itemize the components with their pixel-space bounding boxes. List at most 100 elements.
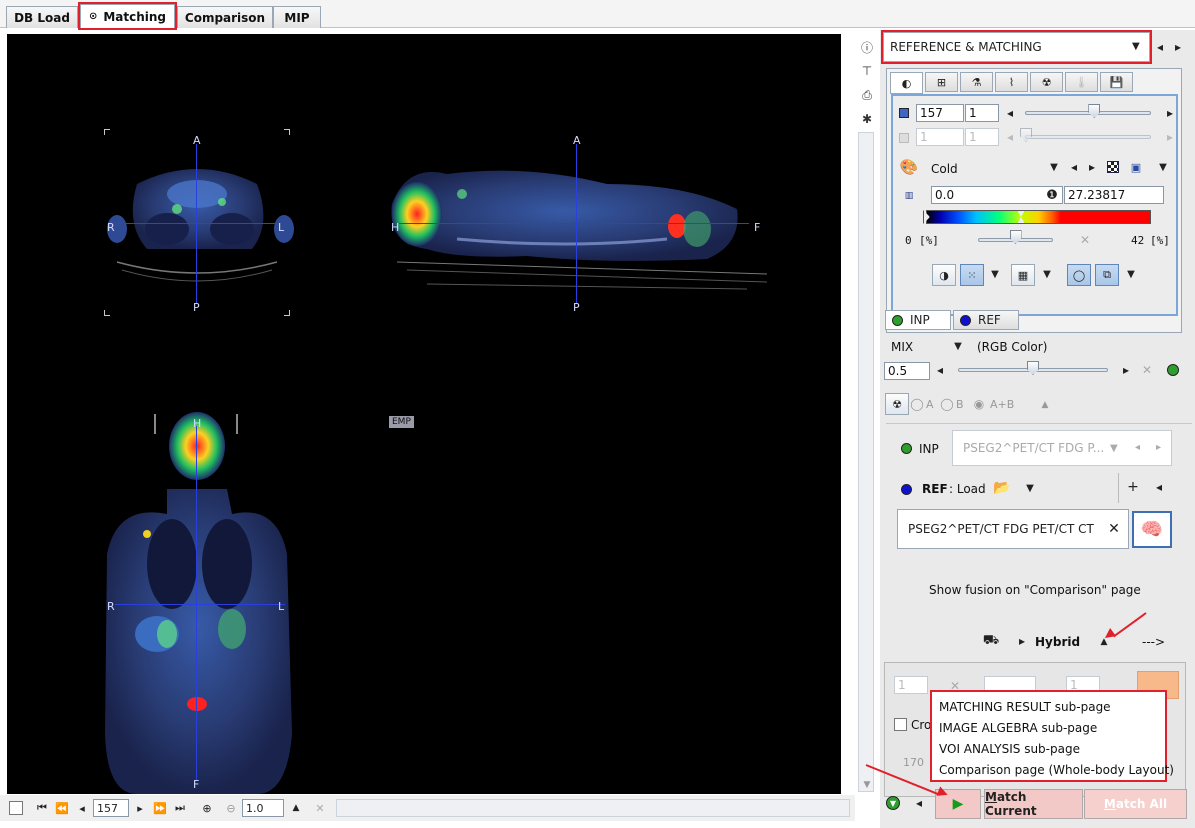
- fast-forward-icon[interactable]: ⏩: [153, 799, 167, 817]
- slice-input[interactable]: 157: [93, 799, 129, 817]
- radio-a-icon[interactable]: ◯: [910, 397, 923, 411]
- slice-prev-icon[interactable]: ◂: [1005, 106, 1015, 120]
- save-tab[interactable]: 💾: [1100, 72, 1133, 92]
- inp-tab[interactable]: INP: [885, 310, 951, 330]
- brain-button[interactable]: 🧠: [1132, 511, 1172, 548]
- invert-button[interactable]: ◑: [932, 264, 956, 286]
- prev-slice-icon[interactable]: ◂: [76, 799, 88, 817]
- expand-down-icon[interactable]: ▼: [886, 796, 900, 810]
- ref-load-dropdown-icon[interactable]: ▼: [1024, 481, 1036, 495]
- info-icon[interactable]: ⓘ: [858, 38, 876, 56]
- frame-next-icon[interactable]: ▸: [1165, 130, 1175, 144]
- blend-up-icon[interactable]: ▲: [1040, 398, 1050, 412]
- zoom-in-icon[interactable]: ⊕: [200, 799, 214, 817]
- viewer-vertical-scrollbar[interactable]: [858, 132, 874, 792]
- menu-item-matching-result[interactable]: MATCHING RESULT sub-page: [939, 700, 1111, 714]
- reset-icon[interactable]: ✕: [314, 799, 326, 817]
- prev-series-icon[interactable]: ◂: [1135, 442, 1140, 453]
- fusion-tab[interactable]: ⚗: [960, 72, 993, 92]
- prev-mode-icon[interactable]: ◂: [1154, 40, 1166, 54]
- slice-slider-thumb[interactable]: [1088, 104, 1101, 118]
- emp-label[interactable]: EMP: [389, 416, 414, 428]
- grid-button[interactable]: ▦: [1011, 264, 1035, 286]
- range-reset-icon[interactable]: ✕: [1080, 233, 1090, 247]
- layout-icon[interactable]: ⊤: [858, 62, 876, 80]
- folder-open-icon[interactable]: 📂: [992, 479, 1012, 497]
- min-value-field[interactable]: 0.0: [931, 186, 1063, 204]
- tab-matching[interactable]: ⊙ Matching: [78, 2, 177, 30]
- mix-next-icon[interactable]: ▸: [1121, 363, 1131, 377]
- contrast-tab[interactable]: ◐: [890, 72, 923, 94]
- mix-green-dot-icon[interactable]: [1167, 364, 1179, 376]
- last-slice-icon[interactable]: ⏭: [174, 799, 186, 817]
- radio-b-icon[interactable]: ◯: [940, 397, 953, 411]
- circle-button[interactable]: ◯: [1067, 264, 1091, 286]
- cube-icon[interactable]: ▣: [1129, 160, 1143, 174]
- tab-db-load[interactable]: DB Load: [6, 6, 78, 28]
- hybrid-play-icon[interactable]: ▸: [1017, 634, 1027, 648]
- mix-dropdown-icon[interactable]: ▼: [952, 339, 964, 353]
- settings-icon[interactable]: ✱: [858, 110, 876, 128]
- slice-next-icon[interactable]: ▸: [1165, 106, 1175, 120]
- first-slice-icon[interactable]: ⏮: [36, 799, 48, 817]
- slice-slider[interactable]: [1025, 111, 1151, 115]
- max-value-field[interactable]: 27.23817: [1064, 186, 1164, 204]
- image-viewer[interactable]: A P R L A P H F H F R L EMP: [7, 34, 841, 794]
- colormap-name[interactable]: Cold: [931, 162, 958, 176]
- checker-icon[interactable]: [1107, 161, 1119, 173]
- fast-backward-icon[interactable]: ⏪: [55, 799, 69, 817]
- radio-ab-icon[interactable]: ◉: [974, 397, 984, 411]
- zoom-input[interactable]: 1.0: [242, 799, 284, 817]
- thermometer-tab[interactable]: 🌡: [1065, 72, 1098, 92]
- horizontal-scrollbar[interactable]: [336, 799, 850, 817]
- mix-prev-icon[interactable]: ◂: [935, 363, 945, 377]
- overlay-button[interactable]: ⧉: [1095, 264, 1119, 286]
- chart-tab[interactable]: ⌇: [995, 72, 1028, 92]
- add-icon[interactable]: +: [1126, 479, 1140, 495]
- frame-prev-icon[interactable]: ◂: [1005, 130, 1015, 144]
- layout-tab[interactable]: ⊞: [925, 72, 958, 92]
- reslice-dropdown-icon[interactable]: ▼: [989, 267, 1001, 281]
- cube-dropdown-icon[interactable]: ▼: [1157, 160, 1169, 174]
- menu-item-voi-analysis[interactable]: VOI ANALYSIS sub-page: [939, 742, 1080, 756]
- frame-step-field[interactable]: 1: [965, 128, 999, 146]
- mix-value-field[interactable]: 0.5: [884, 362, 930, 380]
- blend-mode-button[interactable]: ☢: [885, 393, 909, 415]
- overlay-dropdown-icon[interactable]: ▼: [1125, 267, 1137, 281]
- colormap-dropdown-icon[interactable]: ▼: [1048, 160, 1060, 174]
- slice-step-field[interactable]: 1: [965, 104, 999, 122]
- colormap-next-icon[interactable]: ▸: [1087, 160, 1097, 174]
- radiation-tab[interactable]: ☢: [1030, 72, 1063, 92]
- slice-field[interactable]: 157: [916, 104, 964, 122]
- mode-dropdown[interactable]: REFERENCE & MATCHING ▼: [881, 30, 1152, 64]
- next-mode-icon[interactable]: ▸: [1172, 40, 1184, 54]
- frame-slider[interactable]: [1025, 135, 1151, 139]
- palette-icon[interactable]: 🎨: [899, 158, 919, 176]
- tab-mip[interactable]: MIP: [273, 6, 321, 28]
- frame-field[interactable]: 1: [916, 128, 964, 146]
- match-all-button[interactable]: Match All: [1084, 789, 1187, 819]
- frame-slider-thumb[interactable]: [1020, 128, 1032, 142]
- mix-reset-icon[interactable]: ✕: [1142, 363, 1152, 377]
- ref-tab[interactable]: REF: [953, 310, 1019, 330]
- ref-prev-icon[interactable]: ◂: [1154, 480, 1164, 494]
- close-icon[interactable]: ✕: [1107, 521, 1121, 537]
- menu-item-image-algebra[interactable]: IMAGE ALGEBRA sub-page: [939, 721, 1097, 735]
- color-bar[interactable]: [926, 210, 1151, 224]
- next-slice-icon[interactable]: ▸: [134, 799, 146, 817]
- step-back-icon[interactable]: ◂: [914, 796, 924, 810]
- crop-checkbox[interactable]: [894, 718, 907, 731]
- print-icon[interactable]: ⎙: [858, 86, 876, 104]
- next-series-icon[interactable]: ▸: [1156, 442, 1161, 453]
- colormap-prev-icon[interactable]: ◂: [1069, 160, 1079, 174]
- grid-dropdown-icon[interactable]: ▼: [1041, 267, 1053, 281]
- scroll-down-icon[interactable]: ▼: [858, 776, 876, 794]
- mix-slider-thumb[interactable]: [1027, 361, 1039, 375]
- ref-series-field[interactable]: PSEG2^PET/CT FDG PET/CT CT: [897, 509, 1129, 549]
- match-current-button[interactable]: Match Current: [984, 789, 1083, 819]
- zoom-up-icon[interactable]: ▲: [290, 799, 302, 817]
- sync-checkbox[interactable]: [9, 801, 23, 815]
- inp-series-dropdown[interactable]: PSEG2^PET/CT FDG P... ▼ ◂ ▸: [952, 430, 1172, 466]
- tab-comparison[interactable]: Comparison: [177, 6, 273, 28]
- hybrid-label[interactable]: Hybrid: [1035, 635, 1080, 649]
